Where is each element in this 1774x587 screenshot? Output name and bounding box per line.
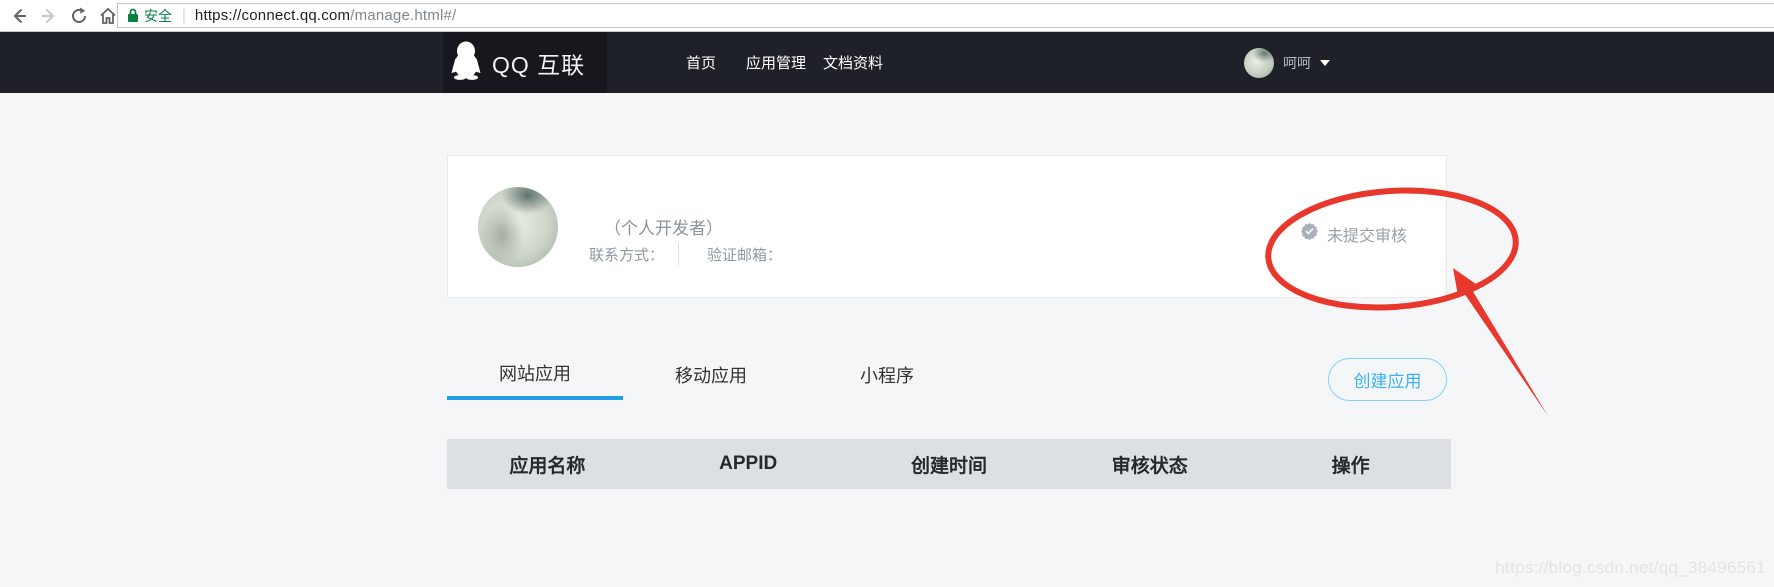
- home-icon[interactable]: [97, 5, 119, 27]
- create-app-button[interactable]: 创建应用: [1328, 358, 1447, 401]
- contact-label: 联系方式：: [589, 244, 664, 265]
- column-review-status: 审核状态: [1049, 451, 1250, 478]
- forward-icon[interactable]: [38, 5, 60, 27]
- column-app-name: 应用名称: [447, 451, 648, 478]
- back-icon[interactable]: [8, 5, 30, 27]
- user-avatar: [1244, 48, 1274, 78]
- url-host: https://connect.qq.com: [195, 7, 350, 24]
- contact-info-row: 联系方式： 验证邮箱：: [589, 243, 782, 265]
- omnibox-separator: |: [182, 7, 186, 24]
- nav-item-docs[interactable]: 文档资料: [823, 52, 883, 73]
- app-type-tabs: 网站应用 移动应用 小程序: [447, 350, 975, 400]
- annotation-arrow: [1453, 268, 1548, 416]
- tab-mini-programs[interactable]: 小程序: [799, 350, 975, 400]
- address-bar[interactable]: 安全 | https://connect.qq.com/manage.html#…: [117, 3, 1774, 28]
- verified-email-label: 验证邮箱：: [707, 244, 782, 265]
- nav-item-app-management[interactable]: 应用管理: [746, 52, 806, 73]
- tab-website-apps[interactable]: 网站应用: [447, 350, 623, 400]
- seal-check-icon: [1301, 223, 1318, 245]
- url-path: /manage.html#/: [350, 7, 456, 24]
- nav-item-home[interactable]: 首页: [686, 52, 716, 73]
- nav-menu: 首页 应用管理 文档资料: [686, 32, 883, 93]
- app-table-header: 应用名称 APPID 创建时间 审核状态 操作: [447, 439, 1451, 489]
- column-appid: APPID: [648, 453, 849, 475]
- tab-mobile-apps[interactable]: 移动应用: [623, 350, 799, 400]
- url-text: https://connect.qq.com/manage.html#/: [195, 7, 457, 24]
- secure-label: 安全: [144, 6, 172, 26]
- developer-avatar: [478, 187, 558, 267]
- review-status: 未提交审核: [1301, 222, 1407, 246]
- browser-toolbar: 安全 | https://connect.qq.com/manage.html#…: [0, 0, 1774, 32]
- developer-profile-card: （个人开发者） 联系方式： 验证邮箱： 未提交审核: [447, 155, 1447, 298]
- developer-type-label: （个人开发者）: [604, 214, 723, 239]
- user-menu[interactable]: 呵呵: [1244, 32, 1330, 93]
- status-badge: 未提交审核: [1327, 222, 1407, 246]
- chevron-down-icon: [1320, 60, 1330, 66]
- column-actions: 操作: [1250, 451, 1451, 478]
- logo-title: QQ 互联: [492, 46, 585, 80]
- qq-penguin-icon: [450, 40, 482, 85]
- qq-connect-logo[interactable]: QQ 互联: [443, 32, 607, 93]
- csdn-watermark: https://blog.csdn.net/qq_38496561: [1495, 558, 1766, 578]
- vertical-divider: [678, 243, 679, 265]
- refresh-icon[interactable]: [68, 5, 90, 27]
- secure-lock-icon: [127, 8, 139, 23]
- column-create-time: 创建时间: [849, 451, 1050, 478]
- user-name: 呵呵: [1283, 53, 1311, 73]
- site-navbar: QQ 互联 首页 应用管理 文档资料 呵呵: [0, 32, 1774, 93]
